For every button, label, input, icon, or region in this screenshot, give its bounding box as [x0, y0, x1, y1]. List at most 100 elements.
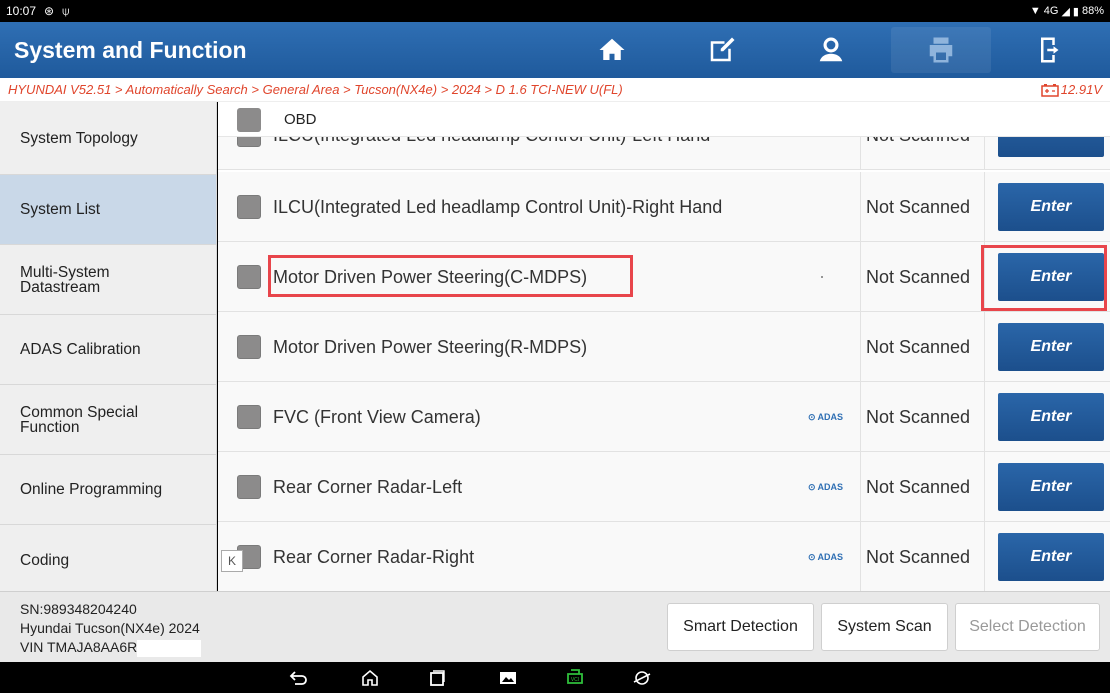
sidebar-item-label: Online Programming [20, 481, 163, 498]
adas-label: ADAS [817, 482, 844, 492]
printer-icon [929, 37, 953, 63]
svg-text:VCI: VCI [571, 677, 579, 683]
system-name: Rear Corner Radar-Left [273, 476, 463, 497]
back-icon [289, 671, 307, 685]
divider [860, 522, 861, 591]
sidebar-item-multi-system-datastream[interactable]: Multi-System Datastream [0, 245, 216, 315]
sidebar-item-system-list[interactable]: System List [0, 175, 216, 245]
sidebar-item-adas-calibration[interactable]: ADAS Calibration [0, 315, 216, 385]
row-checkbox[interactable] [237, 475, 261, 499]
recents-icon [430, 670, 445, 686]
enter-button[interactable]: Enter [998, 323, 1104, 371]
system-name: FVC (Front View Camera) [273, 406, 481, 427]
divider [984, 312, 985, 382]
enter-button[interactable]: Enter [998, 463, 1104, 511]
home-button[interactable] [562, 27, 663, 73]
vci-icon: VCI [567, 669, 583, 684]
list-item[interactable]: Rear Corner Radar-Left ⊙ ADAS Not Scanned… [218, 452, 1110, 522]
browser-button[interactable] [631, 667, 653, 689]
home-nav-button[interactable] [359, 667, 381, 689]
divider [984, 522, 985, 591]
clock: 10:07 [6, 4, 37, 18]
sidebar-item-label: Common Special Function [20, 403, 139, 436]
voltage-indicator: 12.91V [1041, 82, 1102, 97]
enter-button[interactable]: Enter [998, 393, 1104, 441]
row-checkbox[interactable] [237, 405, 261, 429]
print-button[interactable] [890, 27, 992, 73]
sidebar-item-label: System Topology [20, 129, 138, 147]
adas-target-icon: ⊙ [808, 411, 816, 422]
status-bar: 10:07 ⊛ ⍦ ▼ 4G ◢ ▮ 88% [0, 0, 1110, 22]
scan-status: Not Scanned [866, 336, 971, 357]
battery-icon: ▮ [1072, 5, 1079, 18]
sidebar: System Topology System List Multi-System… [0, 102, 217, 591]
obd-filter-row[interactable]: OBD [218, 102, 1110, 137]
divider [984, 452, 985, 522]
scan-status: Not Scanned [866, 266, 971, 287]
vehicle-info: SN:989348204240 Hyundai Tucson(NX4e) 202… [20, 600, 202, 657]
collapse-sidebar-button[interactable]: K [221, 550, 243, 572]
home-outline-icon [362, 669, 378, 686]
home-icon [599, 38, 625, 60]
divider [860, 172, 861, 242]
adas-target-icon: ⊙ [808, 551, 816, 562]
sidebar-item-label: Coding [20, 551, 70, 569]
image-icon [500, 672, 516, 684]
sidebar-item-label: ADAS Calibration [20, 341, 141, 358]
android-nav-bar: VCI [0, 662, 1110, 693]
sidebar-item-online-programming[interactable]: Online Programming [0, 455, 216, 525]
settings-status-icon: ⊛ [44, 4, 55, 18]
divider [860, 452, 861, 522]
enter-button[interactable]: Enter [998, 183, 1104, 231]
row-checkbox[interactable] [237, 195, 261, 219]
divider [984, 382, 985, 452]
exit-button[interactable] [1000, 27, 1101, 73]
row-checkbox[interactable] [237, 335, 261, 359]
sidebar-item-coding[interactable]: Coding [0, 525, 216, 595]
adas-label: ADAS [817, 552, 844, 562]
footer-bar: SN:989348204240 Hyundai Tucson(NX4e) 202… [0, 591, 1110, 662]
sidebar-item-common-special-function[interactable]: Common Special Function [0, 385, 216, 455]
user-button[interactable] [781, 27, 882, 73]
scan-status: Not Scanned [866, 406, 971, 427]
battery-percent: 88% [1081, 5, 1104, 17]
screenshot-button[interactable] [497, 667, 519, 689]
divider [984, 172, 985, 242]
system-name: ILCU(Integrated Led headlamp Control Uni… [273, 196, 723, 217]
sidebar-item-label: System List [20, 201, 101, 218]
select-detection-button[interactable]: Select Detection [955, 603, 1100, 651]
list-item[interactable]: FVC (Front View Camera) ⊙ ADAS Not Scanne… [218, 382, 1110, 452]
enter-button[interactable]: Enter [998, 533, 1104, 581]
recents-button[interactable] [426, 667, 448, 689]
edit-icon [710, 37, 735, 62]
planet-icon [633, 671, 651, 685]
signal-icon: ◢ [1061, 5, 1070, 18]
dot-marker [821, 276, 823, 278]
adas-badge: ⊙ ADAS [808, 382, 843, 452]
serial-number: SN:989348204240 [20, 601, 137, 617]
obd-checkbox[interactable] [237, 108, 261, 132]
app-header: System and Function [0, 22, 1110, 78]
adas-badge: ⊙ ADAS [808, 522, 843, 591]
scan-status: Not Scanned [866, 476, 971, 497]
back-button[interactable] [288, 667, 310, 689]
adas-badge: ⊙ ADAS [808, 452, 843, 522]
exit-icon [1040, 37, 1059, 63]
scan-status: Not Scanned [866, 546, 971, 567]
voltage-value: 12.91V [1060, 82, 1102, 97]
smart-detection-button[interactable]: Smart Detection [667, 603, 814, 651]
vci-button[interactable]: VCI [564, 667, 586, 689]
vin-redaction [137, 639, 202, 657]
sidebar-item-system-topology[interactable]: System Topology [0, 102, 216, 175]
edit-report-button[interactable] [671, 27, 772, 73]
system-name: Motor Driven Power Steering(R-MDPS) [273, 336, 588, 357]
list-item[interactable]: Motor Driven Power Steering(R-MDPS) Not … [218, 312, 1110, 382]
list-item[interactable]: Rear Corner Radar-Right ⊙ ADAS Not Scanne… [218, 522, 1110, 591]
breadcrumb-path: HYUNDAI V52.51 > Automatically Search > … [8, 82, 623, 97]
system-list[interactable]: OBD ILCU(Integrated Led headlamp Control… [218, 102, 1110, 591]
list-item[interactable]: ILCU(Integrated Led headlamp Control Uni… [218, 172, 1110, 242]
vehicle-model: Hyundai Tucson(NX4e) 2024 [20, 620, 200, 636]
row-checkbox[interactable] [237, 265, 261, 289]
highlight-c-mdps-name [268, 255, 633, 297]
system-scan-button[interactable]: System Scan [821, 603, 948, 651]
